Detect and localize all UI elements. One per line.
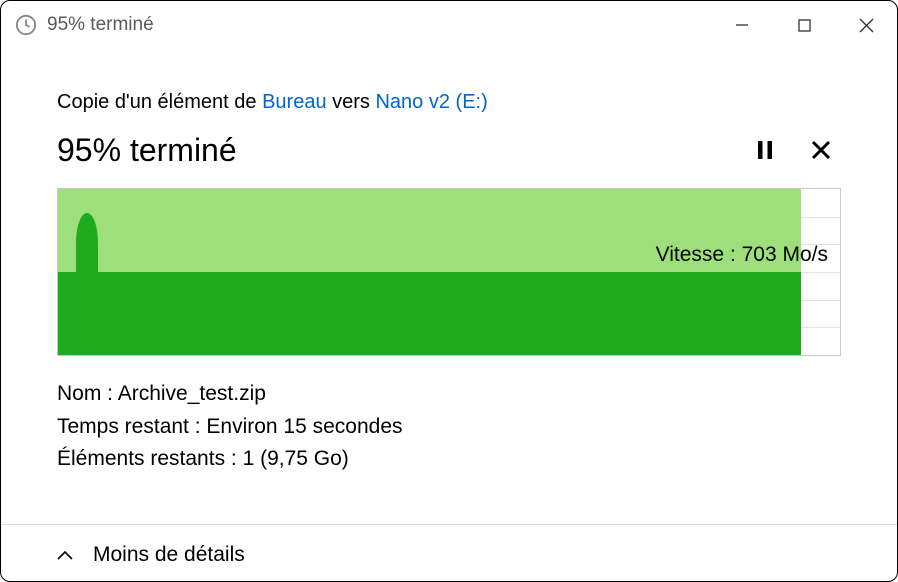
details-toggle[interactable]: Moins de détails xyxy=(93,543,245,567)
window-controls xyxy=(711,1,897,49)
content-area: Copie d'un élément de Bureau vers Nano v… xyxy=(1,49,897,524)
copy-description: Copie d'un élément de Bureau vers Nano v… xyxy=(57,91,841,114)
name-value: Archive_test.zip xyxy=(118,382,266,405)
cancel-button[interactable] xyxy=(801,130,841,170)
detail-name: Nom : Archive_test.zip xyxy=(57,378,841,411)
progress-title: 95% terminé xyxy=(57,132,729,169)
detail-items: Éléments restants : 1 (9,75 Go) xyxy=(57,443,841,476)
footer: Moins de détails xyxy=(1,524,897,581)
items-label: Éléments restants : xyxy=(57,447,243,470)
items-value: 1 (9,75 Go) xyxy=(243,447,349,470)
titlebar: 95% terminé xyxy=(1,1,897,49)
detail-time: Temps restant : Environ 15 secondes xyxy=(57,411,841,444)
time-value: Environ 15 secondes xyxy=(206,415,402,438)
copy-prefix: Copie d'un élément de xyxy=(57,91,262,113)
clock-icon xyxy=(15,14,37,36)
progress-header: 95% terminé xyxy=(57,130,841,170)
file-copy-dialog: 95% terminé Copie d'un élément de Bureau… xyxy=(0,0,898,582)
speed-chart: Vitesse : 703 Mo/s xyxy=(57,188,841,356)
details-panel: Nom : Archive_test.zip Temps restant : E… xyxy=(57,378,841,476)
copy-middle: vers xyxy=(327,91,376,113)
source-link[interactable]: Bureau xyxy=(262,91,327,113)
dest-link[interactable]: Nano v2 (E:) xyxy=(375,91,487,113)
time-label: Temps restant : xyxy=(57,415,206,438)
chevron-up-icon[interactable] xyxy=(57,550,73,560)
name-label: Nom : xyxy=(57,382,118,405)
maximize-button[interactable] xyxy=(773,1,835,49)
minimize-button[interactable] xyxy=(711,1,773,49)
close-window-button[interactable] xyxy=(835,1,897,49)
window-title: 95% terminé xyxy=(47,14,711,36)
pause-button[interactable] xyxy=(745,130,785,170)
speed-label: Vitesse : 703 Mo/s xyxy=(656,243,828,267)
